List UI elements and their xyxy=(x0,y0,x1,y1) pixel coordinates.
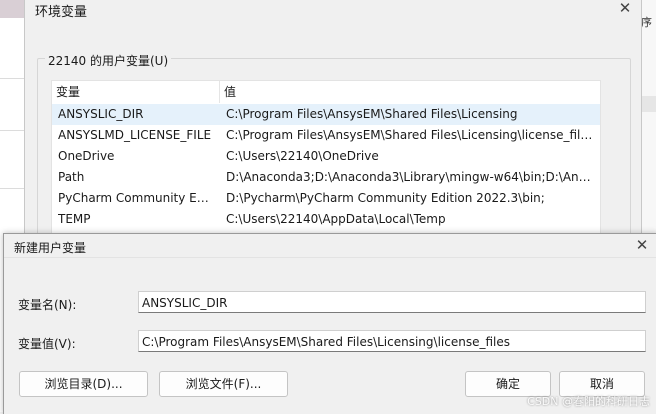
variable-name-field[interactable]: ANSYSLIC_DIR xyxy=(138,291,646,313)
variable-name-cell: ANSYSLMD_LICENSE_FILE xyxy=(58,128,212,142)
variable-value-cell: C:\Users\22140\OneDrive xyxy=(226,149,379,163)
variable-value-cell: C:\Program Files\AnsysEM\Shared Files\Li… xyxy=(226,107,518,121)
variable-value-cell: C:\Program Files\AnsysEM\Shared Files\Li… xyxy=(226,128,596,142)
user-variables-group-label: 22140 的用户变量(U) xyxy=(45,52,172,69)
background-band xyxy=(0,0,24,18)
column-header-variable[interactable]: 变量 xyxy=(52,81,220,103)
column-header-value[interactable]: 值 xyxy=(220,81,600,103)
variable-name-cell: Path xyxy=(58,170,85,184)
user-variables-list[interactable]: 变量 值 ANSYSLIC_DIR C:\Program Files\Ansys… xyxy=(51,80,601,242)
dialog-title: 新建用户变量 xyxy=(14,241,87,255)
variable-value-cell: C:\Users\22140\AppData\Local\Temp xyxy=(226,212,446,226)
table-row[interactable]: ANSYSLIC_DIR C:\Program Files\AnsysEM\Sh… xyxy=(52,104,600,125)
variable-value-label: 变量值(V): xyxy=(18,337,76,351)
background-line xyxy=(0,188,24,189)
table-row[interactable]: PyCharm Community Editi... D:\Pycharm\Py… xyxy=(52,188,600,209)
close-icon[interactable]: ✕ xyxy=(617,0,633,16)
browse-file-button[interactable]: 浏览文件(F)... xyxy=(159,371,288,397)
table-row[interactable]: OneDrive C:\Users\22140\OneDrive xyxy=(52,146,600,167)
variable-name-cell: TEMP xyxy=(58,212,91,226)
table-row[interactable]: Path D:\Anaconda3;D:\Anaconda3\Library\m… xyxy=(52,167,600,188)
background-line xyxy=(0,130,24,131)
variable-value-cell: D:\Anaconda3;D:\Anaconda3\Library\mingw-… xyxy=(226,170,596,184)
close-icon[interactable]: ✕ xyxy=(633,236,651,254)
dialog-body: 变量名(N): ANSYSLIC_DIR 变量值(V): C:\Program … xyxy=(4,257,656,414)
background-right-text: 序 xyxy=(641,16,652,29)
variable-name-cell: PyCharm Community Editi... xyxy=(58,191,214,205)
new-user-variable-dialog: 新建用户变量 ✕ 变量名(N): ANSYSLIC_DIR 变量值(V): C:… xyxy=(3,233,656,414)
variable-value-cell: D:\Pycharm\PyCharm Community Edition 202… xyxy=(226,191,545,205)
watermark: CSDN @春阳的科研日志 xyxy=(527,395,650,408)
browse-directory-button[interactable]: 浏览目录(D)... xyxy=(19,371,148,397)
window-title: 环境变量 xyxy=(35,5,88,20)
background-scroll-thumb xyxy=(640,96,656,112)
variable-value-field[interactable]: C:\Program Files\AnsysEM\Shared Files\Li… xyxy=(138,330,646,352)
table-row[interactable]: TEMP C:\Users\22140\AppData\Local\Temp xyxy=(52,209,600,230)
table-row[interactable]: ANSYSLMD_LICENSE_FILE C:\Program Files\A… xyxy=(52,125,600,146)
variable-name-cell: OneDrive xyxy=(58,149,115,163)
background-line xyxy=(0,78,24,79)
variable-name-cell: ANSYSLIC_DIR xyxy=(58,107,144,121)
variable-name-label: 变量名(N): xyxy=(18,298,77,312)
